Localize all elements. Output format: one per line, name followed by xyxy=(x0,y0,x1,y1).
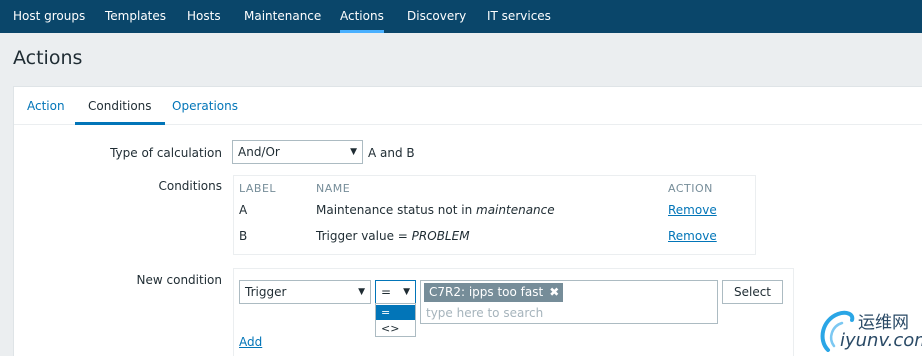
tab-operations[interactable]: Operations xyxy=(172,87,238,125)
remove-condition-b-link[interactable]: Remove xyxy=(668,229,717,243)
operator-option-equals[interactable]: = xyxy=(376,305,415,320)
nav-actions[interactable]: Actions xyxy=(340,0,384,33)
watermark-en-text: iyunv.com xyxy=(840,330,922,351)
remove-tag-icon[interactable]: ✖ xyxy=(549,285,559,299)
condition-type-select[interactable]: Trigger ▼ xyxy=(239,280,371,304)
type-of-calculation-select[interactable]: And/Or ▼ xyxy=(232,140,363,164)
condition-type-value: Trigger xyxy=(245,285,287,299)
top-navigation: Host groups Templates Hosts Maintenance … xyxy=(0,0,922,33)
tab-action[interactable]: Action xyxy=(27,87,65,125)
column-header-action: ACTION xyxy=(668,182,713,195)
nav-maintenance[interactable]: Maintenance xyxy=(244,0,321,33)
operator-value: = xyxy=(381,285,392,299)
action-form-panel: Action Conditions Operations Type of cal… xyxy=(13,86,922,356)
column-header-label: LABEL xyxy=(239,182,277,195)
tab-bar: Action Conditions Operations xyxy=(14,87,922,125)
selected-trigger-tag: C7R2: ipps too fast ✖ xyxy=(424,283,564,302)
nav-hosts[interactable]: Hosts xyxy=(187,0,221,33)
nav-host-groups[interactable]: Host groups xyxy=(13,0,85,33)
nav-discovery[interactable]: Discovery xyxy=(407,0,466,33)
condition-name-b: Trigger value = PROBLEM xyxy=(316,229,470,243)
trigger-multiselect: C7R2: ipps too fast ✖ xyxy=(420,280,718,324)
selected-trigger-label: C7R2: ipps too fast xyxy=(429,285,544,299)
page-title: Actions xyxy=(13,47,83,69)
nav-it-services[interactable]: IT services xyxy=(487,0,551,33)
trigger-search-input[interactable] xyxy=(426,305,706,321)
caret-down-icon: ▼ xyxy=(350,147,357,157)
tab-conditions[interactable]: Conditions xyxy=(75,87,165,125)
watermark-logo: 运维网 iyunv.com xyxy=(816,306,922,356)
condition-name-a: Maintenance status not in maintenance xyxy=(316,203,555,217)
remove-condition-a-link[interactable]: Remove xyxy=(668,203,717,217)
type-of-calculation-label: Type of calculation xyxy=(110,146,222,160)
conditions-label: Conditions xyxy=(158,179,222,193)
add-condition-link[interactable]: Add xyxy=(239,335,262,349)
calculation-expression: A and B xyxy=(368,146,415,160)
select-button[interactable]: Select xyxy=(722,280,783,304)
operator-dropdown-list: = <> xyxy=(375,303,416,337)
new-condition-label: New condition xyxy=(136,273,222,287)
nav-templates[interactable]: Templates xyxy=(105,0,166,33)
condition-label-b: B xyxy=(239,229,248,243)
column-header-name: NAME xyxy=(316,182,351,195)
condition-label-a: A xyxy=(239,203,248,217)
operator-select[interactable]: = ▼ xyxy=(375,280,416,304)
operator-option-not-equals[interactable]: <> xyxy=(376,321,415,336)
caret-down-icon: ▼ xyxy=(403,287,410,297)
conditions-table: LABEL NAME ACTION A Maintenance status n… xyxy=(233,175,756,255)
type-of-calculation-value: And/Or xyxy=(238,145,280,159)
caret-down-icon: ▼ xyxy=(358,287,365,297)
